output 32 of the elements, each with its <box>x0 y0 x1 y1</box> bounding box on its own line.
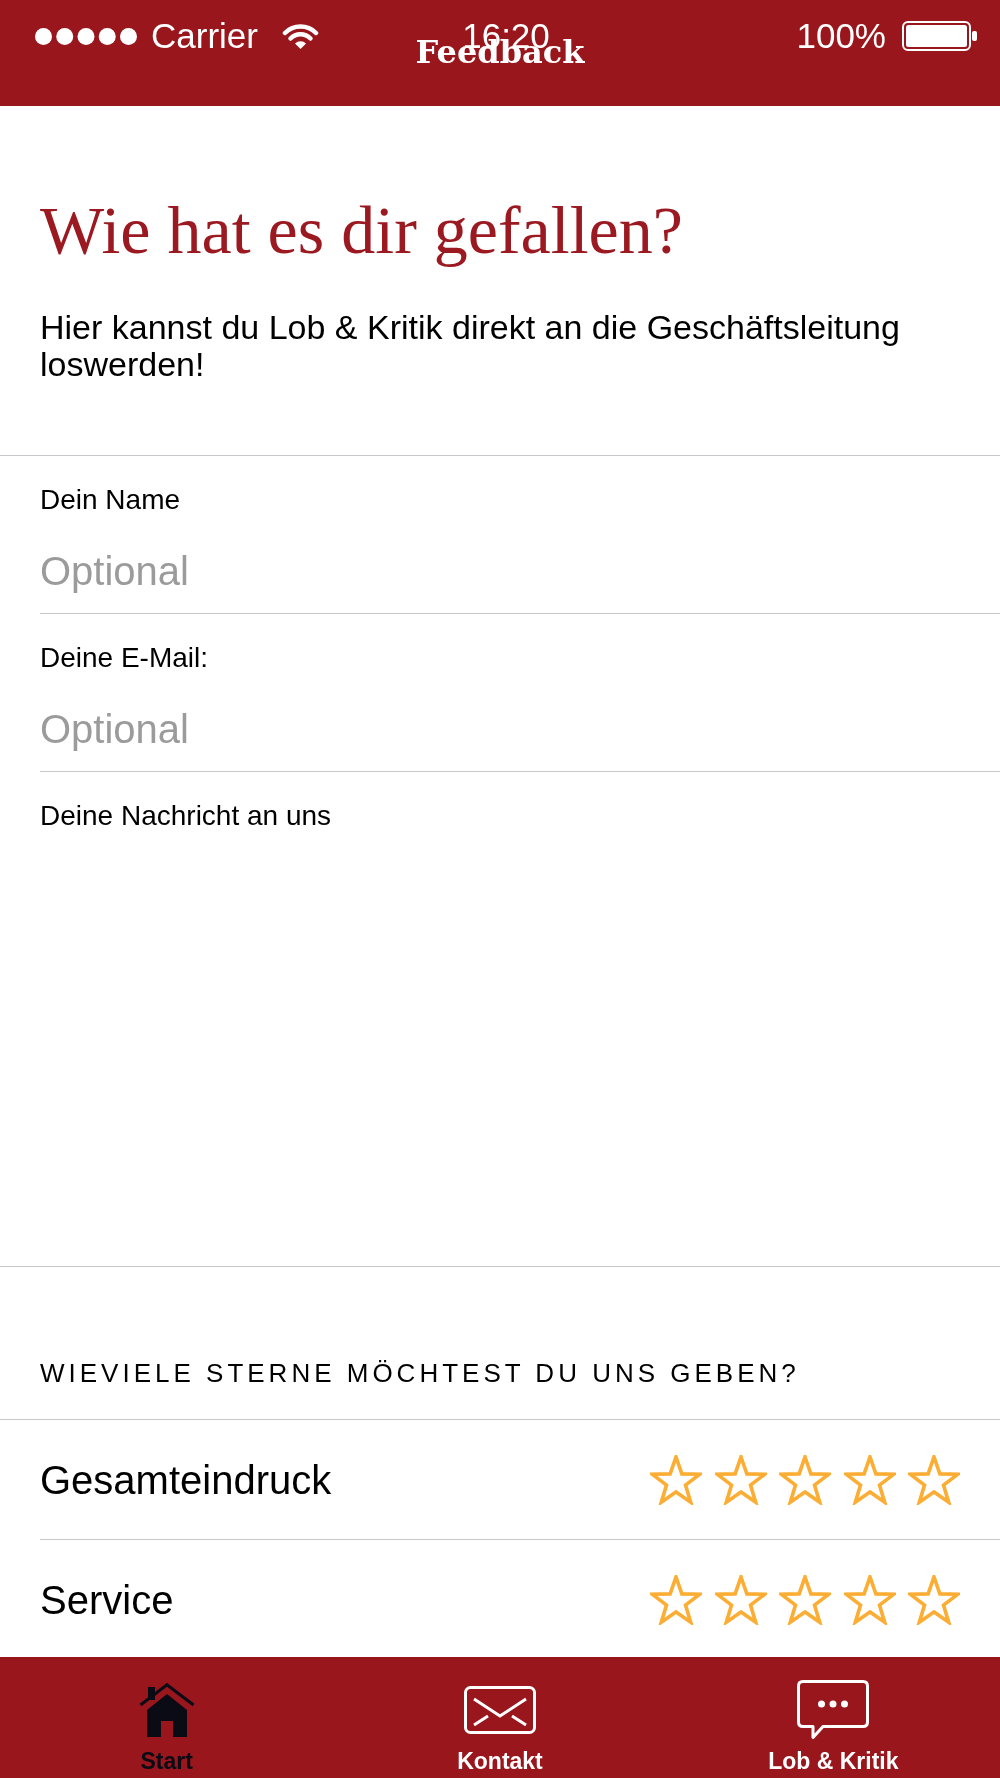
star-icon[interactable] <box>779 1454 831 1505</box>
field-label: Deine E-Mail: <box>40 642 209 674</box>
star-rating[interactable] <box>650 1575 960 1625</box>
home-icon <box>138 1683 195 1737</box>
star-icon[interactable] <box>714 1575 767 1625</box>
star-icon[interactable] <box>843 1454 896 1505</box>
tab-bar-item[interactable]: Kontakt <box>333 1657 667 1778</box>
star-icon[interactable] <box>843 1575 896 1625</box>
star-icon[interactable] <box>714 1454 767 1505</box>
input-field[interactable]: Optional <box>40 529 1000 613</box>
section-heading: WIEVIELE STERNE MÖCHTEST DU UNS GEBEN? <box>40 1358 800 1388</box>
rating-label: Service <box>40 1577 174 1623</box>
field-label: Deine Nachricht an uns <box>40 800 332 832</box>
envelope-icon <box>464 1686 536 1734</box>
star-icon[interactable] <box>908 1575 960 1625</box>
battery-percent: 100% <box>796 19 886 53</box>
signal-strength-icon <box>35 27 137 45</box>
wifi-icon <box>281 22 319 50</box>
star-rating[interactable] <box>650 1454 960 1505</box>
rating-label: Gesamteindruck <box>40 1456 332 1503</box>
input-field[interactable]: Optional <box>40 687 1000 771</box>
star-icon[interactable] <box>650 1454 702 1505</box>
intro-text: Hier kannst du Lob & Kritik direkt an die Geschäftsleitung loswerden! <box>40 309 901 383</box>
carrier-name: Carrier <box>151 19 258 53</box>
page-heading: Wie hat es dir gefallen? <box>40 192 684 268</box>
star-icon[interactable] <box>650 1575 702 1625</box>
star-icon[interactable] <box>908 1454 960 1505</box>
speech-bubble-icon <box>797 1680 870 1740</box>
field-label: Dein Name <box>40 484 181 516</box>
star-icon[interactable] <box>779 1575 831 1625</box>
battery-icon <box>902 21 977 51</box>
tab-bar-item[interactable]: Lob & Kritik <box>666 1657 1000 1778</box>
